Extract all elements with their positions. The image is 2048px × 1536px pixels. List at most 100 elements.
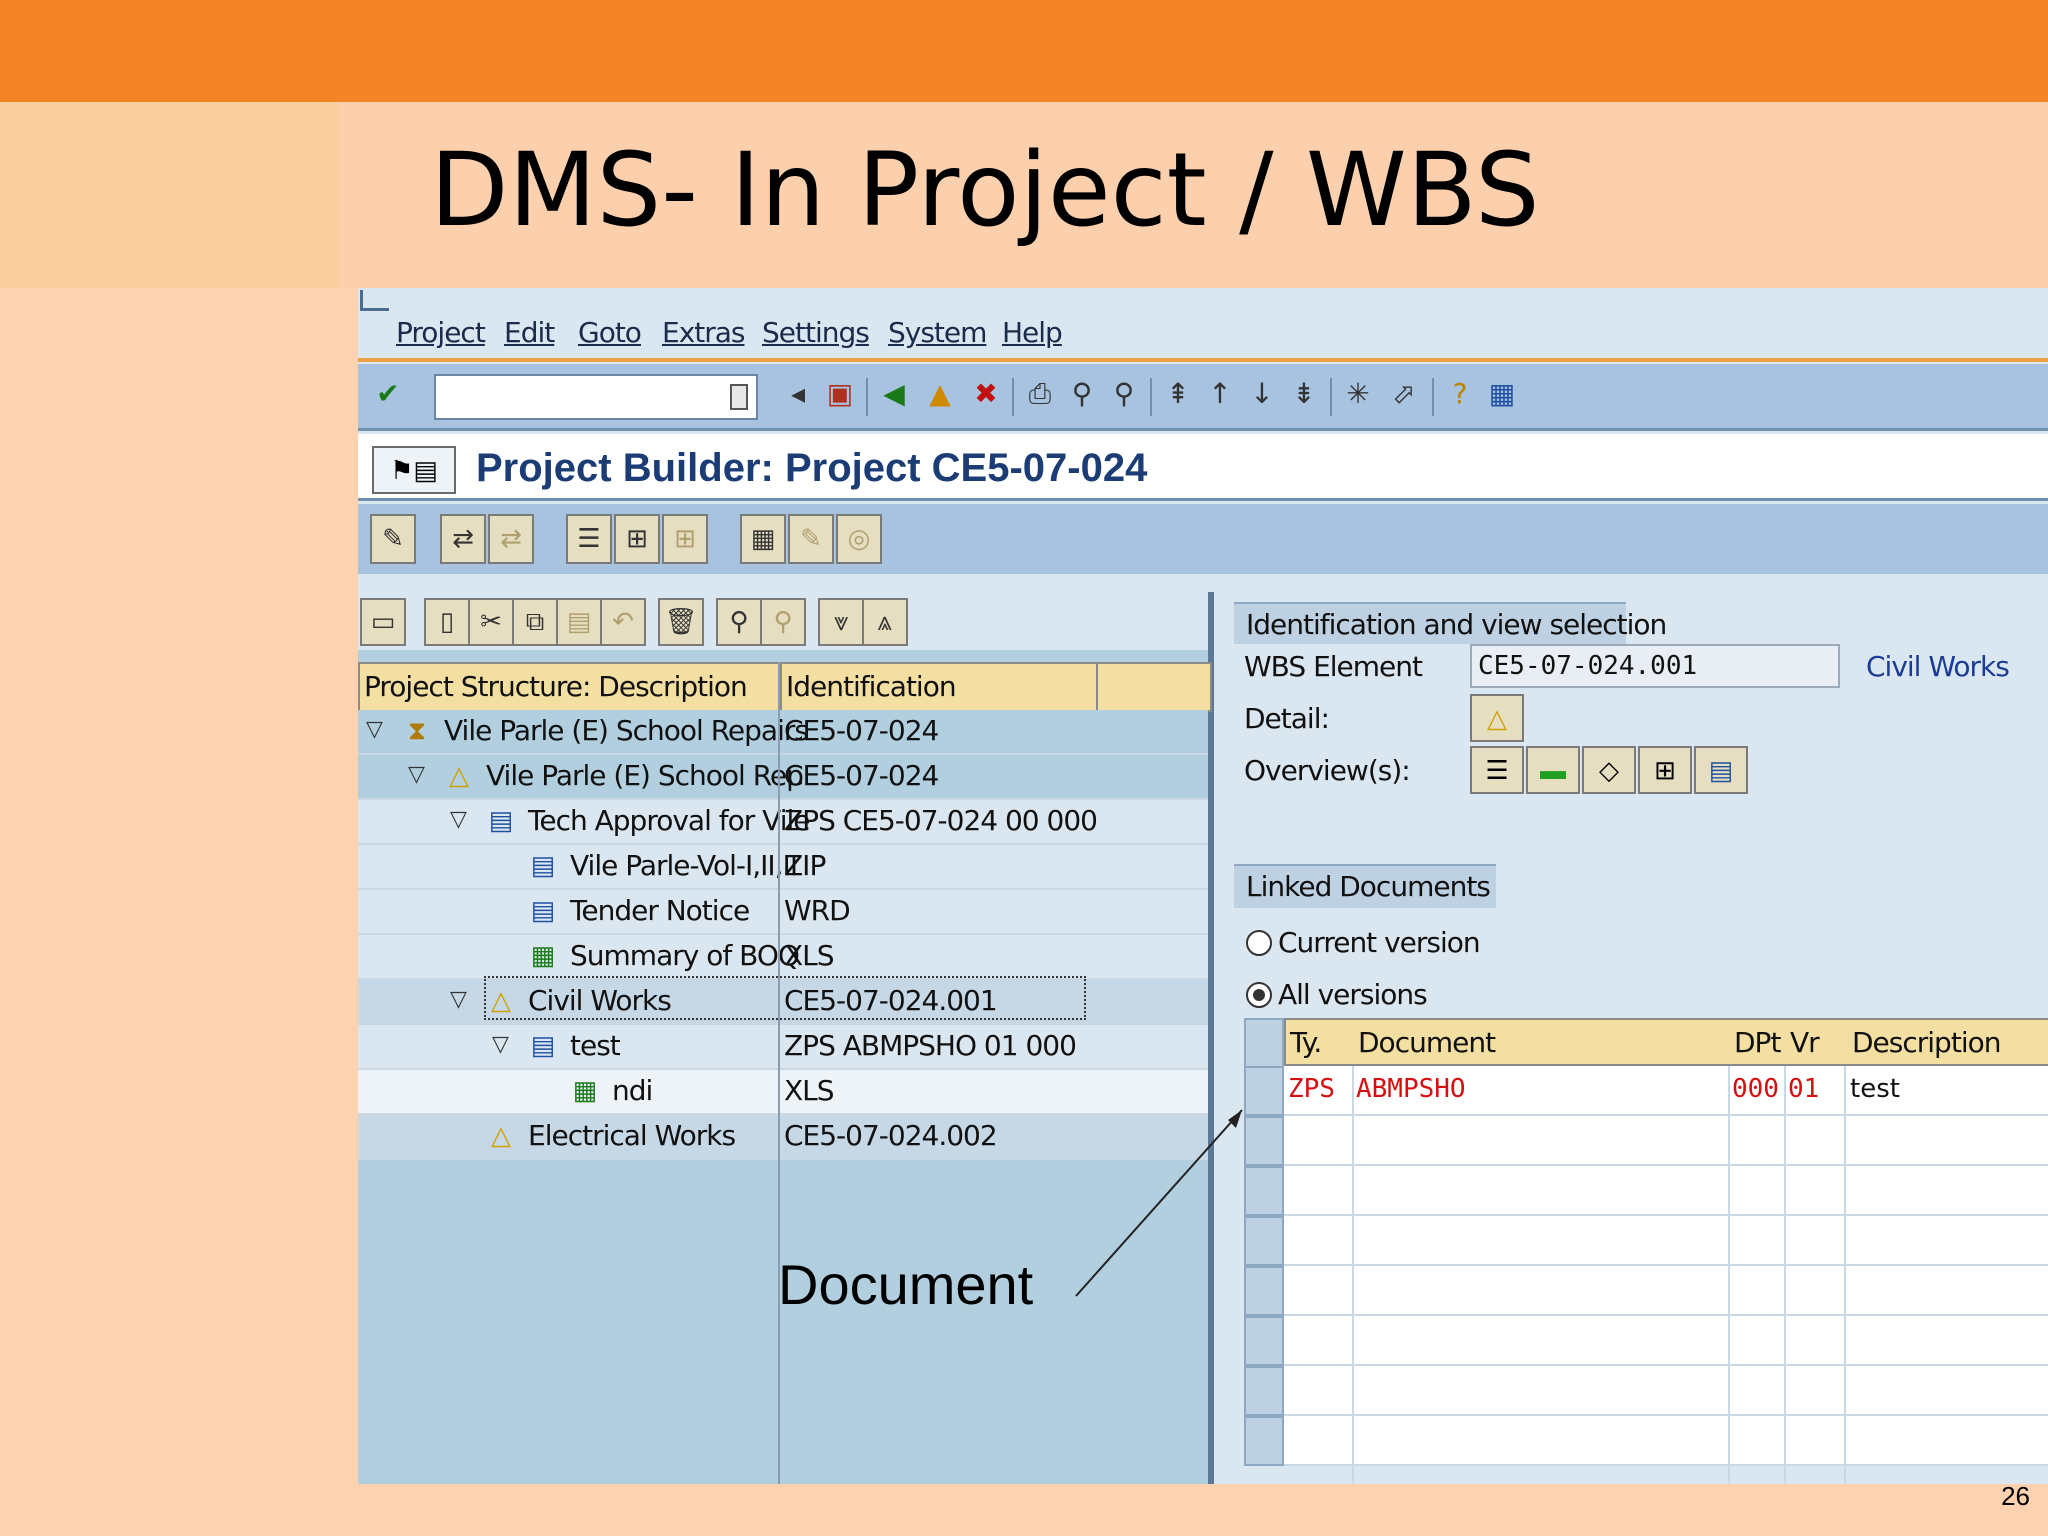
wbs-detail-icon[interactable]: △ [1470,694,1524,742]
empty-row[interactable] [1284,1166,2048,1216]
col-description[interactable]: Description [1852,1026,2001,1059]
worklist-icon[interactable]: ✎ [788,514,834,564]
empty-row[interactable] [1284,1366,2048,1416]
menu-edit[interactable]: Edit [504,316,555,349]
empty-row[interactable] [1284,1316,2048,1366]
exit-icon[interactable]: ▲ [924,376,956,412]
menu-settings[interactable]: Settings [762,316,870,349]
last-page-icon[interactable]: ⇟ [1288,376,1320,412]
find-next-icon[interactable]: ⚲ [1108,376,1140,412]
empty-row[interactable] [1284,1266,2048,1316]
cancel-icon[interactable]: ✖ [970,376,1002,412]
column-description[interactable]: Project Structure: Description [364,670,748,703]
grid-divider [1352,1066,1354,1484]
row-selector[interactable] [1244,1366,1284,1416]
collapse-arrow-icon[interactable]: ◂ [782,376,814,412]
col-type[interactable]: Ty. [1290,1026,1322,1059]
previous-page-icon[interactable]: ↑ [1204,376,1236,412]
other-project-icon[interactable]: ⇄ [488,514,534,564]
undo-icon[interactable]: ↶ [600,598,646,646]
tree-row[interactable]: ▤ Vile Parle-Vol-I,II,II ZIP [358,845,1208,890]
tree-row[interactable]: ▽ △ Vile Parle (E) School Rep CE5-07-024 [358,755,1208,800]
save-icon[interactable]: ▣ [824,376,856,412]
layout-menu-icon[interactable]: ▦ [1486,376,1518,412]
tree-row[interactable]: △ Electrical Works CE5-07-024.002 [358,1115,1208,1160]
document-row[interactable]: ZPS ABMPSHO 000 01 test [1284,1066,2048,1116]
identification-tab[interactable]: Identification and view selection [1234,602,1667,646]
menu-project[interactable]: Project [396,316,486,349]
menu-help[interactable]: Help [1002,316,1063,349]
copy-icon[interactable]: ⧉ [512,598,558,646]
tree-row[interactable]: ▽ ▤ test ZPS ABMPSHO 01 000 [358,1025,1208,1070]
hierarchy-icon[interactable]: ☰ [566,514,612,564]
expand-triangle-icon[interactable]: ▽ [450,986,467,1012]
tree-row[interactable]: ▦ ndi XLS [358,1070,1208,1115]
row-selector[interactable] [1244,1266,1284,1316]
create-session-icon[interactable]: ✳ [1342,376,1374,412]
linked-documents-tab[interactable]: Linked Documents [1234,864,1496,908]
tree-row[interactable]: ▽ ▤ Tech Approval for Vile ZPS CE5-07-02… [358,800,1208,845]
hierarchy-overview-icon[interactable]: ☰ [1470,746,1524,794]
paste-icon[interactable]: ▤ [556,598,602,646]
network-icon[interactable]: ⊞ [662,514,708,564]
command-history-icon[interactable] [730,384,748,410]
empty-row[interactable] [1284,1216,2048,1266]
row-selector[interactable] [1244,1166,1284,1216]
shortcut-icon[interactable]: ⬀ [1388,376,1420,412]
menu-extras[interactable]: Extras [662,316,745,349]
row-selector[interactable] [1244,1216,1284,1266]
create-icon[interactable]: ▯ [424,598,470,646]
wbs-element-label: WBS Element [1244,650,1423,683]
structure-tree-icon[interactable]: ⊞ [614,514,660,564]
display-change-icon[interactable]: ✎ [370,514,416,564]
find-next-structure-icon[interactable]: ⚲ [760,598,806,646]
menu-system[interactable]: System [888,316,987,349]
next-page-icon[interactable]: ↓ [1246,376,1278,412]
expand-triangle-icon[interactable]: ▽ [492,1031,509,1057]
empty-row[interactable] [1284,1416,2048,1466]
radio-all-versions[interactable] [1246,982,1272,1008]
radio-current-version[interactable] [1246,930,1272,956]
network-overview-icon[interactable]: ⊞ [1638,746,1692,794]
enter-check-icon[interactable]: ✔ [372,376,404,412]
document-overview-icon[interactable]: ▤ [1694,746,1748,794]
row-selector[interactable] [1244,1316,1284,1366]
help-icon[interactable]: ? [1444,376,1476,412]
expand-triangle-icon[interactable]: ▽ [408,761,425,787]
row-selector[interactable] [1244,1116,1284,1166]
delete-icon[interactable]: 🗑 [658,598,704,646]
expand-triangle-icon[interactable]: ▽ [366,716,383,742]
grid-divider [1844,1066,1846,1484]
col-dpt[interactable]: DPt [1734,1026,1781,1059]
wbs-element-field[interactable]: CE5-07-024.001 [1470,644,1840,688]
back-icon[interactable]: ◀ [878,376,910,412]
tree-row[interactable]: ▦ Summary of BOQ XLS [358,935,1208,980]
tree-row[interactable]: ▤ Tender Notice WRD [358,890,1208,935]
window-menu-icon[interactable] [360,290,389,311]
print-icon[interactable]: ⎙ [1024,376,1056,412]
doc-number[interactable]: ABMPSHO [1356,1074,1466,1104]
find-icon[interactable]: ⚲ [1066,376,1098,412]
select-all-cell[interactable] [1244,1018,1284,1068]
cut-icon[interactable]: ✂ [468,598,514,646]
collapse-all-icon[interactable]: ⩓ [862,598,908,646]
menu-goto[interactable]: Goto [578,316,642,349]
templates-icon[interactable]: ▦ [740,514,786,564]
tree-row[interactable]: ▽ ⧗ Vile Parle (E) School Repairs CE5-07… [358,710,1208,755]
milestone-overview-icon[interactable]: ◇ [1582,746,1636,794]
row-selector[interactable] [1244,1066,1284,1116]
open-folder-icon[interactable]: ▭ [360,598,406,646]
first-page-icon[interactable]: ⇞ [1162,376,1194,412]
settings-circle-icon[interactable]: ◎ [836,514,882,564]
expand-all-icon[interactable]: ⩔ [818,598,864,646]
column-identification[interactable]: Identification [786,670,957,703]
command-field[interactable] [434,374,758,420]
col-version[interactable]: Vr [1790,1026,1820,1059]
row-selector[interactable] [1244,1416,1284,1466]
bar-overview-icon[interactable]: ▬ [1526,746,1580,794]
open-project-icon[interactable]: ⇄ [440,514,486,564]
find-structure-icon[interactable]: ⚲ [716,598,762,646]
empty-row[interactable] [1284,1116,2048,1166]
expand-triangle-icon[interactable]: ▽ [450,806,467,832]
col-document[interactable]: Document [1358,1026,1496,1059]
